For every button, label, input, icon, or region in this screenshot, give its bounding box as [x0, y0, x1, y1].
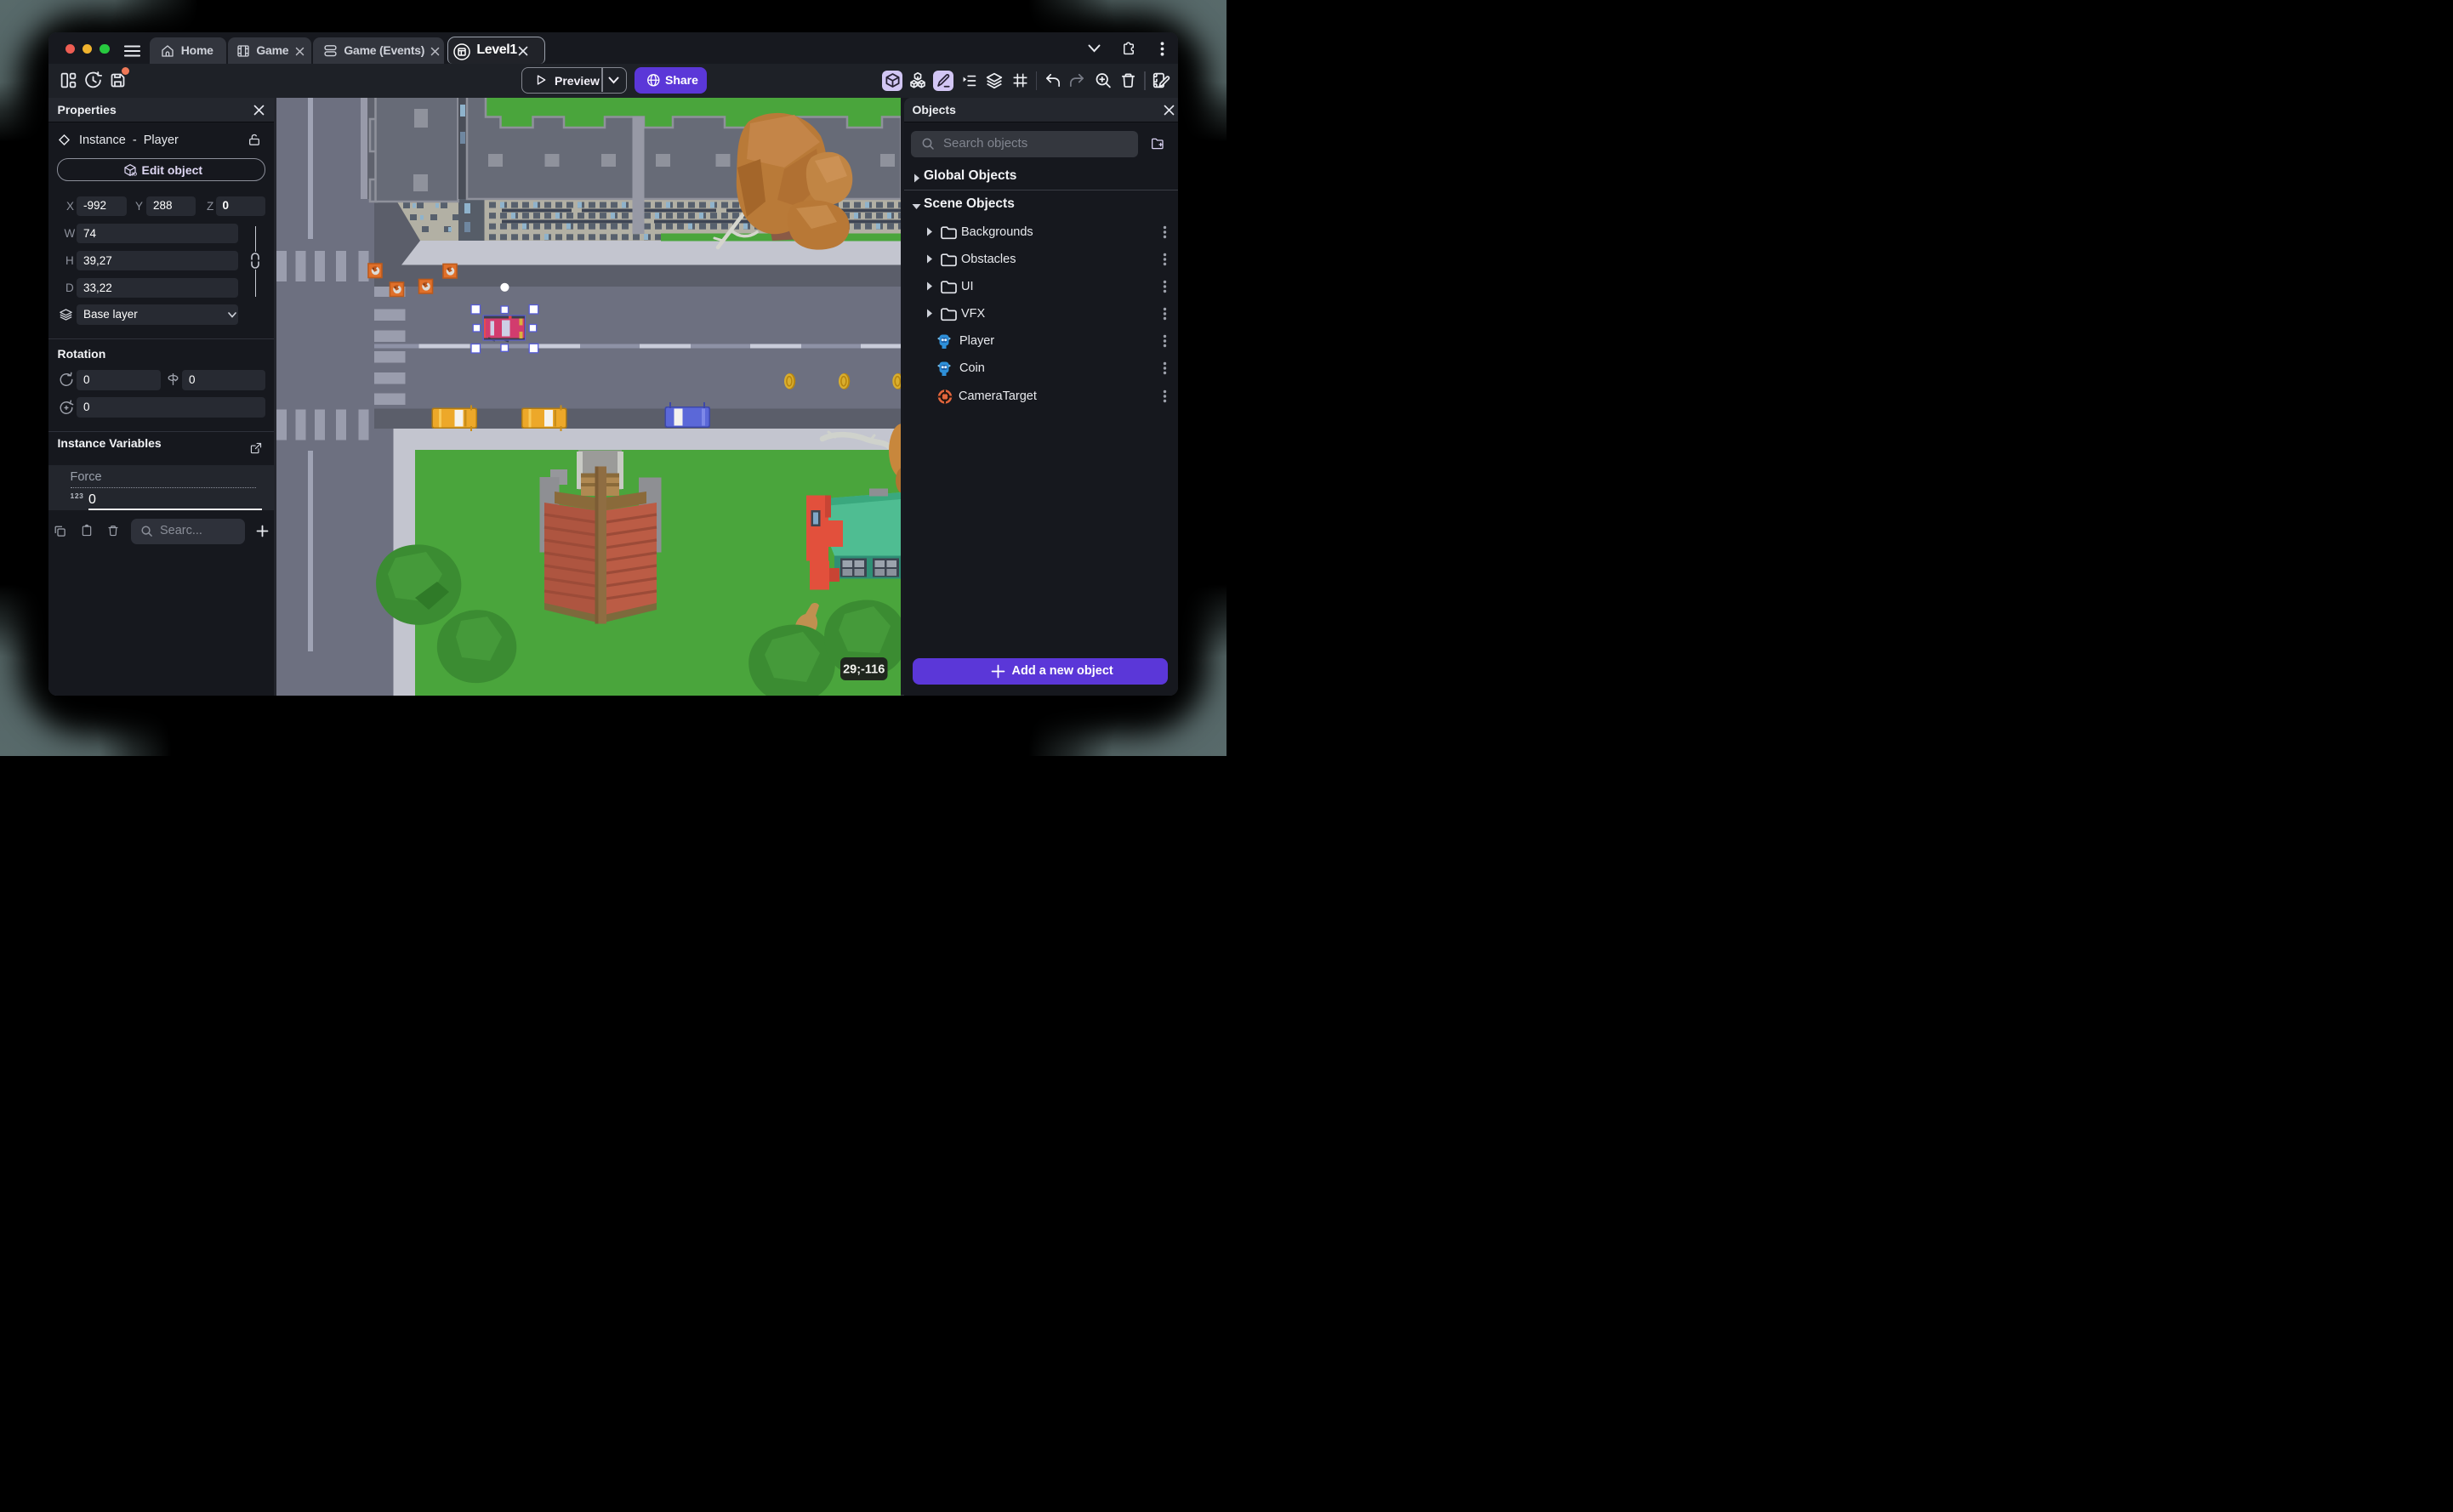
svg-text:3D: 3D: [131, 173, 137, 177]
svg-text:29;-116: 29;-116: [843, 662, 885, 676]
